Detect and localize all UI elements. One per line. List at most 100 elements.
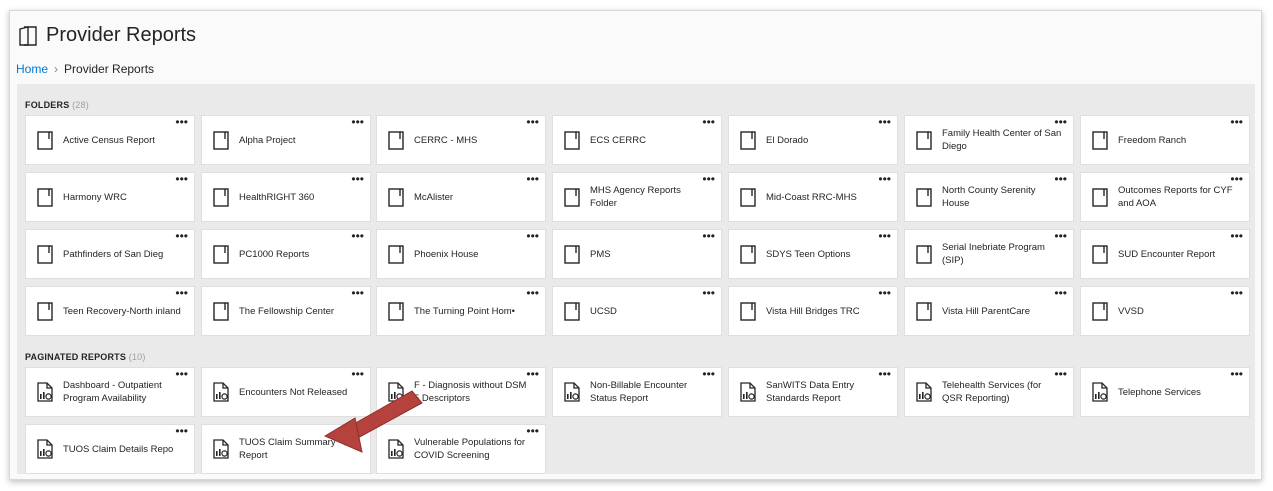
folder-tile[interactable]: SUD Encounter Report ••• <box>1080 229 1250 279</box>
paginated-report-tile[interactable]: TUOS Claim Details Repo ••• <box>25 424 195 474</box>
paginated-report-tile-label: Vulnerable Populations for COVID Screeni… <box>414 437 526 461</box>
folder-tile[interactable]: Alpha Project ••• <box>201 115 371 165</box>
folder-tile-label: The Fellowship Center <box>239 305 335 317</box>
folder-tile-label: McAlister <box>414 191 454 203</box>
folder-tile[interactable]: MHS Agency Reports Folder ••• <box>552 172 722 222</box>
folder-tile[interactable]: The Fellowship Center ••• <box>201 286 371 336</box>
folder-tile[interactable]: McAlister ••• <box>376 172 546 222</box>
more-options-icon[interactable]: ••• <box>526 116 539 128</box>
paginated-report-tile[interactable]: F - Diagnosis without DSM 5 Descriptors •… <box>376 367 546 417</box>
more-options-icon[interactable]: ••• <box>1054 173 1067 185</box>
paginated-report-icon <box>739 382 757 402</box>
more-options-icon[interactable]: ••• <box>878 116 891 128</box>
folder-tile-label: HealthRIGHT 360 <box>239 191 315 203</box>
folder-tile-label: El Dorado <box>766 134 809 146</box>
folder-tile[interactable]: Active Census Report ••• <box>25 115 195 165</box>
paginated-report-icon <box>212 382 230 402</box>
more-options-icon[interactable]: ••• <box>878 368 891 380</box>
folder-tile[interactable]: Vista Hill Bridges TRC ••• <box>728 286 898 336</box>
folder-tile[interactable]: HealthRIGHT 360 ••• <box>201 172 371 222</box>
paginated-report-tile[interactable]: Non-Billable Encounter Status Report ••• <box>552 367 722 417</box>
more-options-icon[interactable]: ••• <box>702 368 715 380</box>
more-options-icon[interactable]: ••• <box>526 425 539 437</box>
more-options-icon[interactable]: ••• <box>351 287 364 299</box>
more-options-icon[interactable]: ••• <box>1054 116 1067 128</box>
folder-icon <box>739 301 757 321</box>
paginated-section-label: PAGINATED REPORTS (10) <box>25 352 146 362</box>
more-options-icon[interactable]: ••• <box>702 116 715 128</box>
folder-tile-label: UCSD <box>590 305 617 317</box>
folder-tile[interactable]: Family Health Center of San Diego ••• <box>904 115 1074 165</box>
more-options-icon[interactable]: ••• <box>1230 173 1243 185</box>
more-options-icon[interactable]: ••• <box>702 287 715 299</box>
folder-tile[interactable]: Pathfinders of San Dieg ••• <box>25 229 195 279</box>
more-options-icon[interactable]: ••• <box>702 230 715 242</box>
more-options-icon[interactable]: ••• <box>1230 230 1243 242</box>
folder-tile[interactable]: El Dorado ••• <box>728 115 898 165</box>
folder-tile[interactable]: Harmony WRC ••• <box>25 172 195 222</box>
more-options-icon[interactable]: ••• <box>351 368 364 380</box>
folder-tile[interactable]: Serial Inebriate Program (SIP) ••• <box>904 229 1074 279</box>
paginated-report-tile[interactable]: Vulnerable Populations for COVID Screeni… <box>376 424 546 474</box>
more-options-icon[interactable]: ••• <box>526 230 539 242</box>
folder-tile[interactable]: PC1000 Reports ••• <box>201 229 371 279</box>
folder-tile-label: North County Serenity House <box>942 185 1036 209</box>
more-options-icon[interactable]: ••• <box>878 230 891 242</box>
folder-tile[interactable]: The Turning Point Hom• ••• <box>376 286 546 336</box>
more-options-icon[interactable]: ••• <box>1230 116 1243 128</box>
paginated-report-icon <box>36 382 54 402</box>
folder-tile[interactable]: VVSD ••• <box>1080 286 1250 336</box>
paginated-report-tile-label: F - Diagnosis without DSM 5 Descriptors <box>414 380 527 404</box>
more-options-icon[interactable]: ••• <box>526 368 539 380</box>
more-options-icon[interactable]: ••• <box>175 368 188 380</box>
more-options-icon[interactable]: ••• <box>175 116 188 128</box>
more-options-icon[interactable]: ••• <box>351 173 364 185</box>
more-options-icon[interactable]: ••• <box>878 287 891 299</box>
folder-tile[interactable]: CERRC - MHS ••• <box>376 115 546 165</box>
more-options-icon[interactable]: ••• <box>702 173 715 185</box>
folder-tile[interactable]: ECS CERRC ••• <box>552 115 722 165</box>
folder-tile-label: VVSD <box>1118 305 1144 317</box>
paginated-report-tile[interactable]: Encounters Not Released ••• <box>201 367 371 417</box>
more-options-icon[interactable]: ••• <box>175 173 188 185</box>
folder-icon <box>915 244 933 264</box>
folder-tile[interactable]: PMS ••• <box>552 229 722 279</box>
more-options-icon[interactable]: ••• <box>526 173 539 185</box>
folder-tile[interactable]: Outcomes Reports for CYF and AOA ••• <box>1080 172 1250 222</box>
more-options-icon[interactable]: ••• <box>351 116 364 128</box>
folder-tile[interactable]: Freedom Ranch ••• <box>1080 115 1250 165</box>
more-options-icon[interactable]: ••• <box>878 173 891 185</box>
paginated-report-tile[interactable]: Telephone Services ••• <box>1080 367 1250 417</box>
more-options-icon[interactable]: ••• <box>1230 368 1243 380</box>
folder-tile[interactable]: SDYS Teen Options ••• <box>728 229 898 279</box>
more-options-icon[interactable]: ••• <box>351 230 364 242</box>
more-options-icon[interactable]: ••• <box>175 425 188 437</box>
more-options-icon[interactable]: ••• <box>175 287 188 299</box>
more-options-icon[interactable]: ••• <box>1054 287 1067 299</box>
folder-tile[interactable]: North County Serenity House ••• <box>904 172 1074 222</box>
folder-tile[interactable]: UCSD ••• <box>552 286 722 336</box>
folder-icon <box>212 187 230 207</box>
paginated-report-tile[interactable]: SanWITS Data Entry Standards Report ••• <box>728 367 898 417</box>
more-options-icon[interactable]: ••• <box>1230 287 1243 299</box>
paginated-report-tile[interactable]: Dashboard - Outpatient Program Availabil… <box>25 367 195 417</box>
folder-tile[interactable]: Phoenix House ••• <box>376 229 546 279</box>
paginated-report-tile[interactable]: Telehealth Services (for QSR Reporting) •… <box>904 367 1074 417</box>
folder-tile-label: CERRC - MHS <box>414 134 478 146</box>
more-options-icon[interactable]: ••• <box>351 425 364 437</box>
paginated-report-icon <box>387 382 405 402</box>
folder-tile[interactable]: Teen Recovery-North inland ••• <box>25 286 195 336</box>
more-options-icon[interactable]: ••• <box>526 287 539 299</box>
folder-icon <box>212 301 230 321</box>
paginated-report-tile-label: Non-Billable Encounter Status Report <box>590 380 688 404</box>
more-options-icon[interactable]: ••• <box>175 230 188 242</box>
breadcrumb-home-link[interactable]: Home <box>16 62 48 76</box>
folders-section-label: FOLDERS (28) <box>25 100 89 110</box>
folder-tile[interactable]: Vista Hill ParentCare ••• <box>904 286 1074 336</box>
more-options-icon[interactable]: ••• <box>1054 230 1067 242</box>
more-options-icon[interactable]: ••• <box>1054 368 1067 380</box>
paginated-report-tile[interactable]: TUOS Claim Summary Report ••• <box>201 424 371 474</box>
folder-icon <box>1091 187 1109 207</box>
folder-tile[interactable]: Mid-Coast RRC-MHS ••• <box>728 172 898 222</box>
paginated-report-tile-label: Telehealth Services (for QSR Reporting) <box>942 380 1042 404</box>
